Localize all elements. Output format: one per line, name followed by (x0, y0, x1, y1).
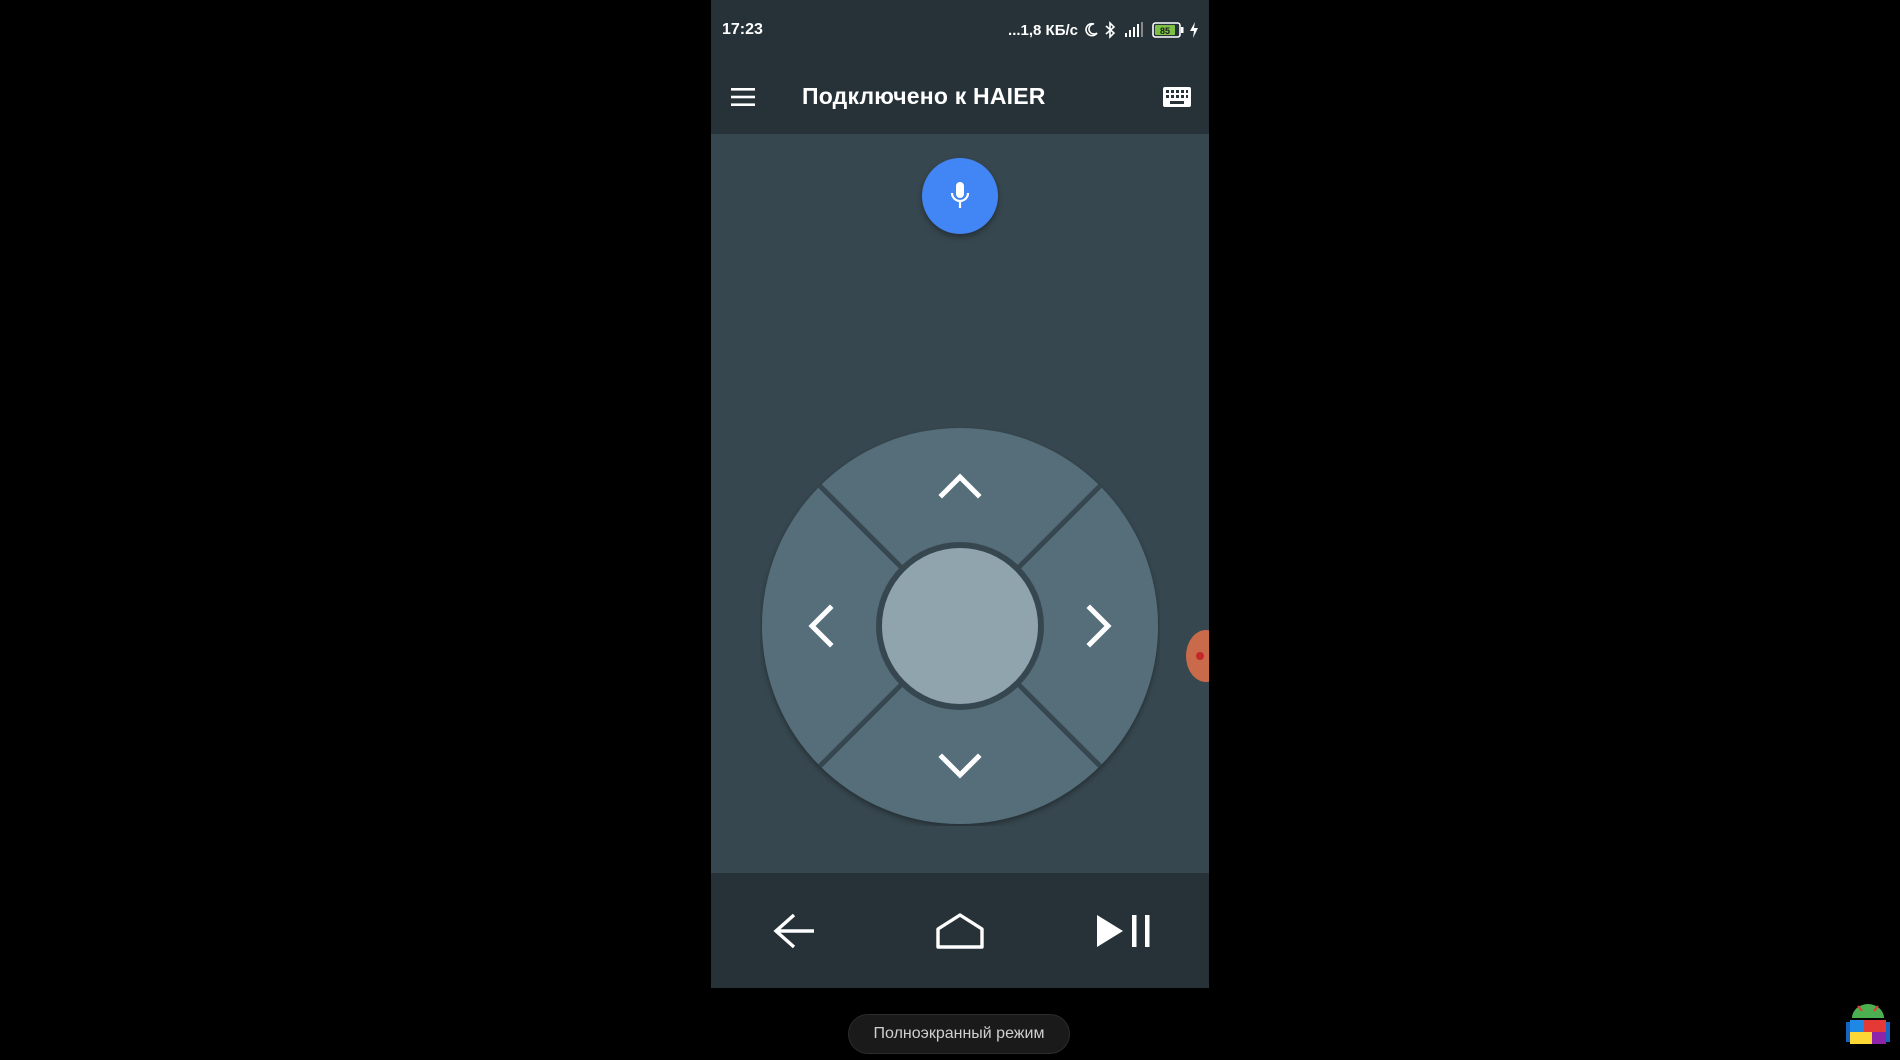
voice-search-button[interactable] (922, 158, 998, 234)
signal-icon (1121, 22, 1147, 38)
status-bar: 17:23 ...1,8 КБ/с 85 (711, 0, 1209, 61)
keyboard-icon (1163, 87, 1191, 107)
moon-icon (1083, 22, 1099, 38)
battery-level: 85 (1160, 26, 1170, 36)
battery-icon: 85 (1152, 22, 1184, 38)
page-title: Подключено к HAIER (802, 83, 1046, 109)
play-pause-icon (1097, 915, 1150, 947)
phone-screen: 17:23 ...1,8 КБ/с 85 Подключено к HAIER (711, 0, 1209, 988)
screen: 17:23 ...1,8 КБ/с 85 Подключено к HAIER … (0, 0, 1900, 1060)
status-icons: ...1,8 КБ/с 85 (1008, 17, 1199, 43)
ok-button[interactable] (882, 548, 1038, 704)
dpad (760, 426, 1160, 826)
network-speed: ...1,8 КБ/с (1008, 21, 1078, 39)
back-arrow-icon (773, 913, 814, 949)
bluetooth-icon (1104, 21, 1116, 39)
microphone-icon (950, 182, 970, 208)
menu-button[interactable] (727, 81, 759, 113)
charging-icon (1189, 22, 1199, 38)
floating-record-indicator[interactable] (1186, 630, 1209, 682)
bottom-nav (711, 873, 1209, 988)
menu-icon (731, 88, 755, 106)
dpad-graphic (762, 428, 1158, 824)
fullscreen-label: Полноэкранный режим (873, 1025, 1045, 1042)
back-button[interactable] (764, 903, 824, 959)
home-icon (936, 913, 984, 949)
channel-logo (1844, 1000, 1892, 1052)
app-toolbar: Подключено к HAIER (711, 61, 1209, 134)
keyboard-button[interactable] (1161, 81, 1193, 113)
fullscreen-mode-button[interactable]: Полноэкранный режим (848, 1014, 1070, 1054)
home-button[interactable] (930, 903, 990, 959)
status-time: 17:23 (722, 21, 763, 38)
play-pause-button[interactable] (1095, 903, 1155, 959)
